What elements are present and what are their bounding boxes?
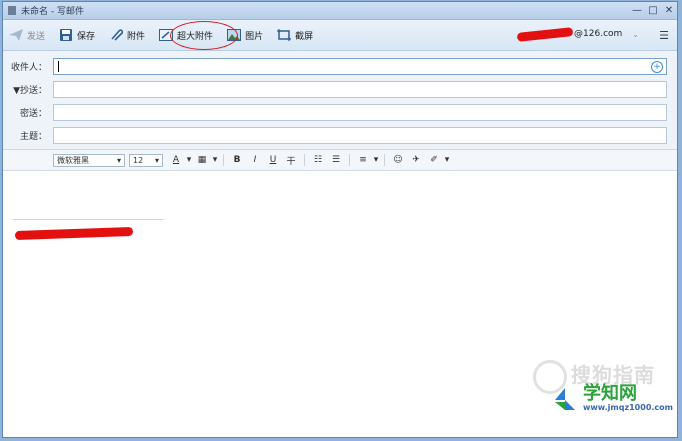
bcc-label: 密送： (19, 109, 47, 119)
brand-text-block: 学知网 www.jmqz1000.com (582, 383, 673, 413)
underline-button[interactable]: U (264, 155, 282, 165)
chevron-down-icon[interactable]: ▾ (443, 155, 451, 165)
image-label: 图片 (245, 31, 264, 42)
italic-button[interactable]: I (246, 155, 264, 165)
redacted-account-name (516, 26, 574, 42)
brand-watermark: 学知网 www.jmqz1000.com (553, 385, 673, 412)
toolbar: 发送 保存 附件 超大附件 图片 截屏 @126.com ⌄ ☰ (3, 20, 677, 51)
save-label: 保存 (77, 31, 96, 42)
to-label: 收件人： (10, 63, 47, 73)
send-label: 发送 (27, 31, 46, 42)
attach-label: 附件 (127, 31, 146, 42)
cc-row: ▼抄送： (3, 78, 677, 101)
message-body-editor[interactable]: 搜狗指南 学知网 www.jmqz1000.com (3, 171, 677, 429)
divider (304, 154, 305, 166)
save-icon (59, 29, 73, 41)
cc-label[interactable]: ▼抄送： (3, 83, 53, 96)
account-selector[interactable]: @126.com ⌄ (516, 26, 639, 42)
window-title: 未命名 - 写邮件 (21, 7, 84, 17)
title-bar: 未命名 - 写邮件 — □ ✕ (3, 2, 677, 20)
chevron-down-icon: ▾ (116, 155, 121, 165)
chevron-down-icon[interactable]: ▾ (185, 155, 193, 165)
window-controls: — □ ✕ (629, 5, 677, 16)
magic-wand-icon[interactable]: ✐ (425, 155, 443, 165)
maximize-button[interactable]: □ (645, 5, 661, 16)
text-caret (58, 61, 59, 72)
font-family-select[interactable]: 微软雅黑 ▾ (53, 153, 125, 167)
chevron-down-icon: ⌄ (632, 29, 639, 39)
bold-button[interactable]: B (228, 155, 246, 165)
background-color-button[interactable]: ▦ (193, 155, 211, 165)
compose-window: 未命名 - 写邮件 — □ ✕ 发送 保存 附件 超大附件 图片 截屏 @126… (2, 1, 678, 438)
screenshot-label: 截屏 (295, 31, 314, 42)
font-size-value: 12 (133, 155, 144, 165)
screenshot-button[interactable]: 截屏 (277, 29, 313, 42)
numbered-list-button[interactable]: ☰ (327, 155, 345, 165)
bcc-row: 密送： (3, 101, 677, 124)
divider (384, 154, 385, 166)
subject-label: 主题： (19, 132, 47, 142)
signature-divider (13, 219, 163, 220)
emoji-icon[interactable]: ☺ (389, 155, 407, 165)
to-row: 收件人： + (3, 55, 677, 78)
paper-plane-icon[interactable]: ✈ (407, 155, 425, 165)
attach-button[interactable]: 附件 (109, 29, 145, 42)
font-size-select[interactable]: 12 ▾ (129, 153, 163, 167)
subject-input[interactable] (53, 127, 667, 144)
list-menu-icon[interactable]: ☰ (659, 29, 669, 42)
screenshot-icon (277, 29, 292, 41)
paperclip-icon (109, 29, 124, 41)
chevron-down-icon[interactable]: ▾ (211, 155, 219, 165)
divider (349, 154, 350, 166)
minimize-button[interactable]: — (629, 5, 645, 16)
brand-url: www.jmqz1000.com (582, 403, 673, 412)
cc-input[interactable] (53, 81, 667, 98)
save-button[interactable]: 保存 (59, 29, 95, 42)
highlight-circle (170, 21, 238, 50)
font-family-value: 微软雅黑 (57, 155, 89, 165)
strikethrough-button[interactable]: 干 (282, 154, 300, 167)
brand-logo-icon (553, 386, 579, 412)
chevron-down-icon[interactable]: ▾ (372, 155, 380, 165)
redacted-signature (14, 226, 134, 241)
bullet-list-button[interactable]: ☷ (309, 155, 327, 165)
document-icon (8, 6, 16, 15)
brand-name: 学知网 (582, 383, 637, 404)
header-fields: 收件人： + ▼抄送： 密送： 主题： (3, 51, 677, 150)
chevron-down-icon: ▾ (154, 155, 159, 165)
close-button[interactable]: ✕ (661, 5, 677, 16)
to-input[interactable]: + (53, 58, 667, 75)
subject-row: 主题： (3, 124, 677, 147)
send-icon (9, 29, 23, 41)
divider (223, 154, 224, 166)
align-button[interactable]: ≡ (354, 155, 372, 165)
account-email-suffix: @126.com (574, 29, 623, 39)
bcc-input[interactable] (53, 104, 667, 121)
text-color-button[interactable]: A (167, 155, 185, 165)
send-button[interactable]: 发送 (9, 29, 45, 42)
add-contact-icon[interactable]: + (651, 61, 663, 73)
format-toolbar: 微软雅黑 ▾ 12 ▾ A ▾ ▦ ▾ B I U 干 ☷ ☰ ≡ ▾ ☺ ✈ … (3, 150, 677, 171)
